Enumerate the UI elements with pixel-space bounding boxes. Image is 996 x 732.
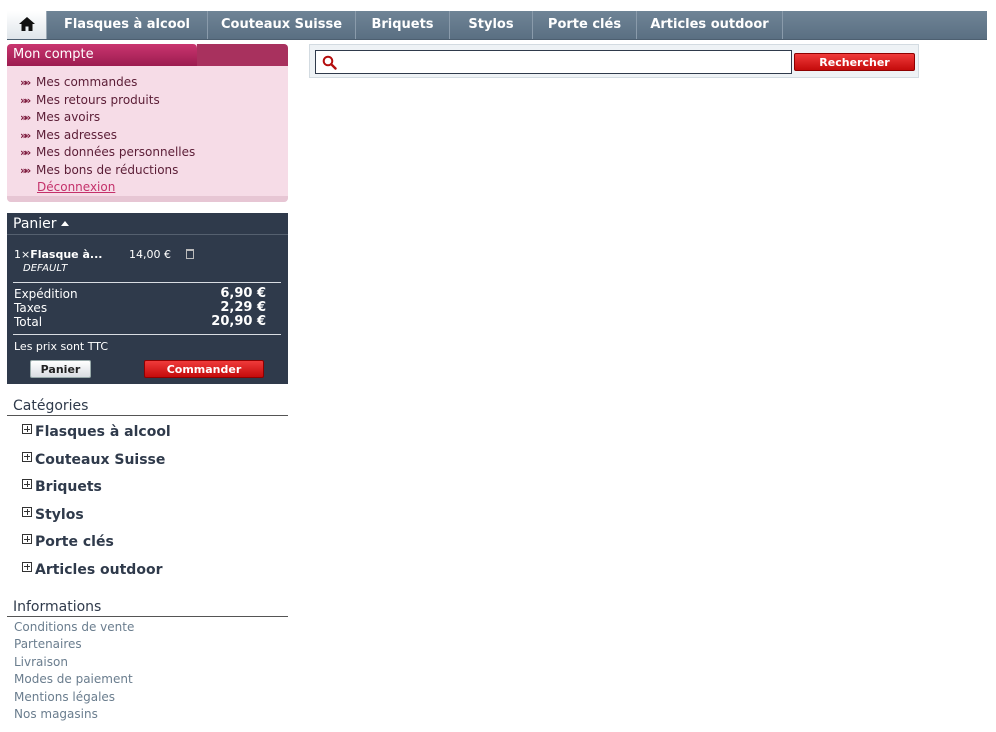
category-label[interactable]: Flasques à alcool [35,423,171,441]
nav-item-flasques[interactable]: Flasques à alcool [47,11,208,39]
search-button[interactable]: Rechercher [794,53,915,71]
search-bar: Rechercher [309,44,919,78]
account-title: Mon compte [7,44,197,66]
info-link[interactable]: Modes de paiement [14,672,134,689]
account-link-label: Mes commandes [36,75,138,89]
total-row: Total 20,90 € [14,314,266,330]
info-link[interactable]: Nos magasins [14,707,134,724]
account-header-decoration [197,44,288,66]
category-item[interactable]: Briquets [22,478,171,506]
expand-plus-icon[interactable] [22,451,32,462]
cart-block: Panier 1×Flasque à... 14,00 € DEFAULT Ex… [7,213,288,384]
nav-item-articles-outdoor[interactable]: Articles outdoor [637,11,783,39]
divider [13,282,281,283]
cart-header[interactable]: Panier [7,213,288,235]
info-link[interactable]: Livraison [14,655,134,672]
info-link[interactable]: Conditions de vente [14,620,134,637]
category-label[interactable]: Briquets [35,478,102,496]
caret-up-icon [60,221,69,226]
double-chevron-right-icon: »» [20,76,31,89]
account-link-orders[interactable]: »» Mes commandes [20,74,288,92]
shipping-value: 6,90 € [220,286,266,301]
account-link-label: Mes avoirs [36,110,101,124]
category-item[interactable]: Couteaux Suisse [22,451,171,479]
expand-plus-icon[interactable] [22,561,32,572]
cart-title: Panier [13,216,57,232]
home-button[interactable] [7,11,47,39]
category-item[interactable]: Flasques à alcool [22,423,171,451]
cart-item-variant: DEFAULT [23,263,68,274]
account-footer [7,196,288,202]
nav-item-couteaux[interactable]: Couteaux Suisse [208,11,356,39]
categories-list: Flasques à alcool Couteaux Suisse Brique… [22,423,171,589]
tax-row: Taxes 2,29 € [14,300,266,316]
double-chevron-right-icon: »» [20,146,31,159]
account-link-personal-data[interactable]: »» Mes données personnelles [20,144,288,162]
double-chevron-right-icon: »» [20,111,31,124]
cart-item-name[interactable]: Flasque à... [30,248,102,261]
category-item[interactable]: Stylos [22,506,171,534]
informations-title: Informations [7,598,288,617]
account-link-label: Mes bons de réductions [36,162,179,177]
top-navigation: Flasques à alcool Couteaux Suisse Brique… [7,11,987,40]
category-label[interactable]: Porte clés [35,533,114,551]
account-link-label: Mes adresses [36,127,118,142]
logout-link[interactable]: Déconnexion [20,179,288,197]
search-input[interactable] [315,50,792,74]
expand-plus-icon[interactable] [22,534,32,545]
cart-item-price: 14,00 € [129,248,171,261]
account-link-label: Mes données personnelles [36,145,196,159]
info-link[interactable]: Partenaires [14,637,134,654]
tax-label: Taxes [14,301,48,315]
double-chevron-right-icon: »» [20,128,31,142]
account-links: »» Mes commandes »» Mes retours produits… [7,66,288,197]
nav-menu: Flasques à alcool Couteaux Suisse Brique… [47,11,783,39]
tax-value: 2,29 € [220,300,266,315]
double-chevron-right-icon: »» [20,93,31,107]
checkout-button[interactable]: Commander [144,360,264,378]
nav-item-porte-cles[interactable]: Porte clés [533,11,637,39]
total-value: 20,90 € [211,314,266,329]
category-item[interactable]: Porte clés [22,533,171,561]
search-icon [322,55,337,70]
shipping-label: Expédition [14,287,78,301]
cart-button[interactable]: Panier [30,360,91,378]
trash-icon[interactable] [186,249,194,259]
nav-item-briquets[interactable]: Briquets [356,11,450,39]
cart-item: 1×Flasque à... 14,00 € [14,248,194,261]
account-link-label: Mes retours produits [36,92,160,107]
account-link-returns[interactable]: »» Mes retours produits [20,92,288,110]
account-link-vouchers[interactable]: »» Mes bons de réductions [20,162,288,180]
category-label[interactable]: Couteaux Suisse [35,451,165,469]
category-label[interactable]: Articles outdoor [35,561,162,579]
shipping-row: Expédition 6,90 € [14,286,266,302]
home-icon [19,17,35,31]
expand-plus-icon[interactable] [22,506,32,517]
account-block: Mon compte »» Mes commandes »» Mes retou… [7,44,288,202]
nav-item-stylos[interactable]: Stylos [450,11,533,39]
expand-plus-icon[interactable] [22,424,32,434]
category-label[interactable]: Stylos [35,506,84,524]
ttc-note: Les prix sont TTC [14,340,109,353]
expand-plus-icon[interactable] [22,479,32,490]
informations-list: Conditions de vente Partenaires Livraiso… [14,620,134,724]
cart-item-qty: 1× [14,248,31,261]
double-chevron-right-icon: »» [20,163,31,177]
category-item[interactable]: Articles outdoor [22,561,171,589]
account-link-addresses[interactable]: »» Mes adresses [20,127,288,145]
categories-title: Catégories [7,397,288,416]
divider [13,334,281,335]
info-link[interactable]: Mentions légales [14,690,134,707]
total-label: Total [14,315,43,329]
account-link-credits[interactable]: »» Mes avoirs [20,109,288,127]
